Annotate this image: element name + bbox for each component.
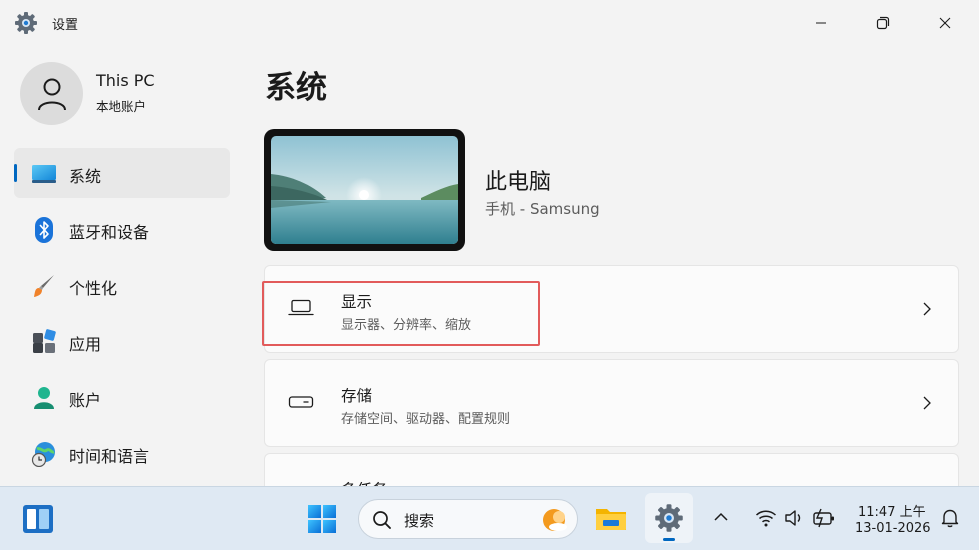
sidebar-item-personalization[interactable]: 个性化 — [14, 260, 230, 310]
title-bar: 设置 — [0, 0, 979, 46]
person-outline-icon — [37, 78, 66, 110]
chevron-right-icon — [922, 301, 932, 321]
card-subtitle: 存储空间、驱动器、配置规则 — [341, 412, 511, 427]
page-title: 系统 — [265, 70, 327, 106]
device-wallpaper-preview — [264, 129, 465, 251]
widgets-button[interactable] — [22, 504, 54, 538]
card-title: 多任务 — [341, 478, 388, 486]
storage-card[interactable]: 存储 存储空间、驱动器、配置规则 — [264, 359, 959, 447]
close-icon — [939, 17, 951, 29]
clock-date[interactable]: 13-01-2026 — [855, 521, 931, 536]
volume-icon[interactable] — [784, 509, 806, 531]
globe-clock-icon — [30, 441, 58, 467]
chevron-up-icon — [714, 512, 728, 521]
system-icon — [30, 161, 58, 187]
search-label: 搜索 — [404, 512, 435, 530]
device-name[interactable]: 此电脑 — [485, 164, 551, 196]
minimize-icon — [816, 22, 826, 24]
widgets-icon — [23, 505, 53, 533]
gear-icon — [655, 504, 683, 532]
wallpaper-image — [271, 136, 458, 244]
maximize-button[interactable] — [860, 0, 906, 46]
folder-icon — [596, 509, 626, 530]
apps-icon — [30, 329, 58, 355]
notification-bell-icon[interactable] — [940, 508, 960, 532]
settings-window: 设置 This PC 本地账户 系统 蓝牙和设备 个性化 应用 账户 时间和语言… — [0, 0, 979, 486]
bluetooth-icon — [30, 217, 58, 243]
device-model: 手机 - Samsung — [485, 200, 600, 218]
sidebar-item-system[interactable]: 系统 — [14, 148, 230, 198]
chevron-right-icon — [922, 395, 932, 415]
account-name: This PC — [96, 71, 155, 90]
start-button[interactable] — [307, 504, 337, 538]
sidebar-item-label: 系统 — [69, 167, 102, 186]
sidebar-item-label: 时间和语言 — [69, 447, 150, 466]
sidebar-item-time-language[interactable]: 时间和语言 — [14, 428, 230, 478]
sidebar-item-label: 个性化 — [69, 279, 118, 298]
battery-charging-icon[interactable] — [812, 508, 836, 532]
search-highlight-icon — [541, 507, 569, 537]
show-hidden-icons-button[interactable] — [712, 509, 730, 528]
search-icon — [372, 510, 392, 534]
storage-icon — [287, 390, 315, 414]
sidebar-item-label: 账户 — [69, 391, 102, 410]
restore-icon — [876, 16, 890, 30]
avatar[interactable] — [20, 62, 83, 125]
settings-taskbar-button[interactable] — [645, 493, 693, 543]
person-icon — [30, 385, 58, 411]
file-explorer-button[interactable] — [594, 503, 628, 537]
sidebar-item-label: 蓝牙和设备 — [69, 223, 150, 242]
sidebar-item-bluetooth[interactable]: 蓝牙和设备 — [14, 204, 230, 254]
taskbar: 搜索 11:47 上午 13-01-2026 — [0, 486, 979, 550]
windows-logo-icon — [308, 505, 336, 533]
taskbar-search-box[interactable]: 搜索 — [358, 499, 578, 539]
sidebar-item-accounts[interactable]: 账户 — [14, 372, 230, 422]
wifi-icon[interactable] — [755, 509, 777, 531]
sidebar-item-apps[interactable]: 应用 — [14, 316, 230, 366]
multitasking-card[interactable]: 多任务 — [264, 453, 959, 486]
close-button[interactable] — [922, 0, 968, 46]
sidebar-item-label: 应用 — [69, 335, 102, 354]
display-highlight-box — [262, 281, 540, 346]
account-type: 本地账户 — [96, 99, 147, 114]
sidebar-nav: 系统 蓝牙和设备 个性化 应用 账户 时间和语言 — [14, 148, 230, 484]
window-title: 设置 — [52, 18, 79, 33]
clock-time[interactable]: 11:47 上午 — [858, 501, 926, 520]
card-title: 存储 — [341, 387, 373, 405]
minimize-button[interactable] — [798, 0, 844, 46]
settings-gear-icon — [14, 11, 38, 35]
brush-icon — [30, 273, 58, 299]
